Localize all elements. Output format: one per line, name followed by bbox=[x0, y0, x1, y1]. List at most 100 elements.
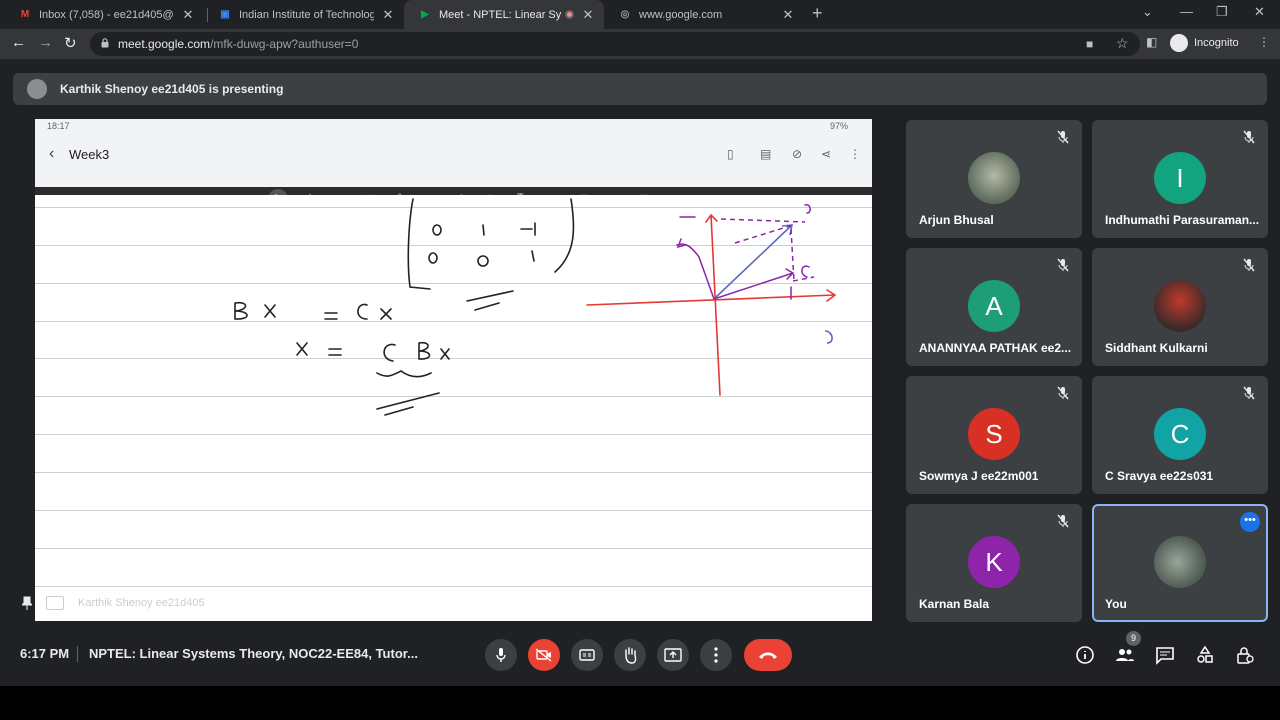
camera-button[interactable] bbox=[528, 639, 560, 671]
share-icon: ⋖ bbox=[821, 147, 832, 161]
pin-icon[interactable] bbox=[22, 596, 32, 610]
close-icon[interactable]: ✕ bbox=[380, 7, 396, 23]
lock-icon bbox=[101, 38, 109, 48]
present-screen-icon bbox=[664, 648, 682, 662]
tab-strip: M Inbox (7,058) - ee21d405@smail. ✕ ▣ In… bbox=[0, 0, 1280, 29]
present-icon bbox=[46, 596, 64, 610]
bookmark-star-icon[interactable]: ☆ bbox=[1116, 35, 1129, 52]
meet-icon: ▶ bbox=[421, 9, 429, 20]
more-vert-icon bbox=[714, 647, 718, 663]
avatar: C bbox=[1154, 408, 1206, 460]
close-icon[interactable]: ✕ bbox=[580, 7, 596, 23]
device-status-bar: 18:17 97% bbox=[35, 119, 872, 135]
page-icon: ▣ bbox=[220, 9, 230, 20]
captions-icon bbox=[579, 649, 595, 661]
attach-icon: ⊘ bbox=[792, 147, 803, 161]
avatar bbox=[1154, 280, 1206, 332]
incognito-badge[interactable]: Incognito bbox=[1170, 34, 1239, 52]
participant-name: ANANNYAA PATHAK ee2... bbox=[919, 341, 1072, 355]
info-icon[interactable] bbox=[1075, 645, 1095, 665]
minimize-icon[interactable]: — bbox=[1180, 4, 1193, 19]
doc-title: Week3 bbox=[69, 147, 110, 162]
tab-meet[interactable]: ▶ Meet - NPTEL: Linear System ✕ bbox=[404, 0, 604, 29]
side-panel-icon[interactable]: ◧ bbox=[1146, 35, 1157, 49]
chat-icon[interactable] bbox=[1155, 645, 1175, 665]
tab-label: Indian Institute of Technology M bbox=[239, 8, 374, 21]
participant-name: You bbox=[1105, 597, 1127, 611]
mic-off-icon bbox=[1243, 386, 1255, 400]
browser-toolbar: ← → ↻ meet.google.com/mfk-duwg-apw?authu… bbox=[0, 29, 1280, 59]
divider bbox=[77, 646, 78, 662]
mic-off-icon bbox=[1057, 258, 1069, 272]
participant-tile[interactable]: K Karnan Bala bbox=[906, 504, 1082, 622]
participant-tile[interactable]: I Indhumathi Parasuraman... bbox=[1092, 120, 1268, 238]
avatar: I bbox=[1154, 152, 1206, 204]
self-tile[interactable]: ••• You bbox=[1092, 504, 1268, 622]
avatar bbox=[1154, 536, 1206, 588]
participant-tile[interactable]: Siddhant Kulkarni bbox=[1092, 248, 1268, 366]
participant-name: Sowmya J ee22m001 bbox=[919, 469, 1039, 483]
mic-off-icon bbox=[1243, 258, 1255, 272]
camera-blocked-icon[interactable]: ■ bbox=[1086, 37, 1093, 51]
avatar: S bbox=[968, 408, 1020, 460]
more-options-button[interactable] bbox=[700, 639, 732, 671]
back-icon: ‹ bbox=[49, 145, 55, 162]
phone-hangup-icon bbox=[759, 652, 777, 659]
mic-off-icon bbox=[1057, 514, 1069, 528]
avatar bbox=[968, 152, 1020, 204]
raise-hand-button[interactable] bbox=[614, 639, 646, 671]
forward-icon[interactable]: → bbox=[38, 34, 53, 51]
close-icon[interactable]: ✕ bbox=[180, 7, 196, 23]
tab-label: Meet - NPTEL: Linear System bbox=[439, 8, 561, 21]
back-icon[interactable]: ← bbox=[11, 34, 26, 51]
presenting-banner: Karthik Shenoy ee21d405 is presenting bbox=[13, 73, 1267, 105]
close-icon[interactable]: ✕ bbox=[780, 7, 796, 23]
microphone-button[interactable] bbox=[485, 639, 517, 671]
tab-label: Inbox (7,058) - ee21d405@smail. bbox=[39, 8, 174, 21]
reload-icon[interactable]: ↻ bbox=[64, 34, 77, 52]
tab-search-icon[interactable]: ⌄ bbox=[1142, 4, 1153, 20]
participant-tile[interactable]: Arjun Bhusal bbox=[906, 120, 1082, 238]
camera-off-icon bbox=[535, 648, 552, 662]
participant-count-badge: 9 bbox=[1126, 631, 1141, 646]
participant-name: C Sravya ee22s031 bbox=[1105, 469, 1214, 483]
avatar bbox=[27, 79, 47, 99]
leave-call-button[interactable] bbox=[744, 639, 792, 671]
tab-google[interactable]: ◎ www.google.com ✕ bbox=[604, 0, 804, 29]
globe-icon: ◎ bbox=[620, 9, 630, 20]
participant-tile[interactable]: A ANANNYAA PATHAK ee2... bbox=[906, 248, 1082, 366]
notes-app-header: ‹ Week3 ▯ ▤ ⊘ ⋖ ⋮ ▭ ✎ ✐ ◇ ⬚ ≗ ✏ ↶ ↷ Ŧ △ … bbox=[35, 135, 872, 211]
device-battery: 97% bbox=[829, 121, 848, 131]
activities-icon[interactable] bbox=[1195, 645, 1215, 665]
tab-label: www.google.com bbox=[639, 8, 723, 21]
people-icon[interactable] bbox=[1115, 645, 1135, 665]
captions-button[interactable] bbox=[571, 639, 603, 671]
hand-icon bbox=[625, 647, 637, 664]
meeting-controls-bar: 6:17 PM NPTEL: Linear Systems Theory, NO… bbox=[0, 630, 1280, 686]
participant-name: Karnan Bala bbox=[919, 597, 990, 611]
maximize-icon[interactable]: ❐ bbox=[1216, 4, 1228, 20]
presentation-caption: Karthik Shenoy ee21d405 bbox=[22, 596, 205, 610]
url-host: meet.google.com bbox=[118, 37, 211, 51]
gmail-icon: M bbox=[20, 9, 30, 20]
menu-icon[interactable]: ⋮ bbox=[1258, 35, 1270, 49]
incognito-label: Incognito bbox=[1194, 37, 1239, 49]
present-button[interactable] bbox=[657, 639, 689, 671]
participant-tile[interactable]: S Sowmya J ee22m001 bbox=[906, 376, 1082, 494]
letterbox bbox=[0, 686, 1280, 720]
mic-off-icon bbox=[1243, 130, 1255, 144]
shared-screen: 18:17 97% ‹ Week3 ▯ ▤ ⊘ ⋖ ⋮ ▭ ✎ ✐ ◇ ⬚ ≗ … bbox=[35, 119, 872, 621]
tab-iit[interactable]: ▣ Indian Institute of Technology M ✕ bbox=[204, 0, 404, 29]
window-close-icon[interactable]: ✕ bbox=[1254, 4, 1265, 20]
more-options-icon[interactable]: ••• bbox=[1240, 512, 1260, 532]
url-text: meet.google.com/mfk-duwg-apw?authuser=0 bbox=[118, 37, 358, 51]
address-bar[interactable]: meet.google.com/mfk-duwg-apw?authuser=0 … bbox=[90, 32, 1140, 56]
participant-name: Arjun Bhusal bbox=[919, 213, 994, 227]
incognito-icon bbox=[1170, 34, 1188, 52]
participant-name: Indhumathi Parasuraman... bbox=[1105, 213, 1260, 227]
host-controls-icon[interactable] bbox=[1235, 645, 1255, 665]
tab-gmail[interactable]: M Inbox (7,058) - ee21d405@smail. ✕ bbox=[4, 0, 204, 29]
participant-tile[interactable]: C C Sravya ee22s031 bbox=[1092, 376, 1268, 494]
avatar: K bbox=[968, 536, 1020, 588]
new-tab-button[interactable]: + bbox=[812, 3, 823, 24]
